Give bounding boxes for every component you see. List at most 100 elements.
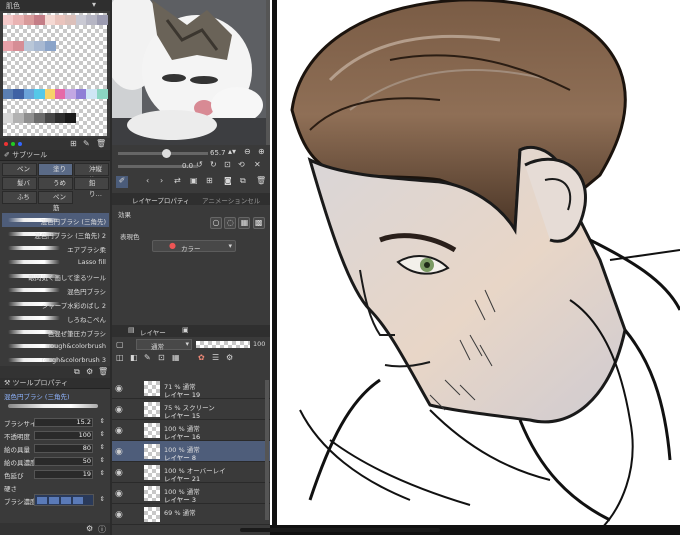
eye-icon[interactable]: ◉: [115, 384, 123, 394]
fit-icon[interactable]: ⊡: [224, 160, 231, 169]
palette-icon[interactable]: ✿: [198, 353, 205, 362]
brush-list-item[interactable]: エアブラシ柔: [2, 241, 109, 255]
color-swatch[interactable]: [34, 15, 46, 25]
rotate-right-icon[interactable]: ↻: [210, 160, 217, 169]
zoom-increment-icon[interactable]: ▴▾: [228, 147, 236, 156]
eye-icon[interactable]: ◉: [115, 426, 123, 436]
chevron-down-icon[interactable]: ▾: [92, 0, 96, 9]
frame-icon[interactable]: ▣: [190, 176, 198, 185]
zoom-out-icon[interactable]: ⊖: [244, 147, 251, 156]
color-swatch[interactable]: [55, 15, 66, 25]
brush-list-item[interactable]: シャープ水彩のばし 2: [2, 297, 109, 311]
lock-icon[interactable]: ⊡: [158, 353, 165, 362]
tab-layer-property[interactable]: レイヤープロパティ: [132, 195, 190, 205]
eye-icon[interactable]: ◉: [115, 468, 123, 478]
close-icon[interactable]: ✕: [254, 160, 261, 169]
color-swatch[interactable]: [96, 15, 108, 25]
zoom-in-icon[interactable]: ⊕: [258, 147, 265, 156]
sub-tool-button[interactable]: 鉛り…: [74, 177, 109, 198]
brush-list-item[interactable]: しろねこぺん: [2, 311, 109, 325]
tool-property-row[interactable]: 不透明度 100 ⇕: [4, 429, 107, 442]
trash-nav-icon[interactable]: 🗑: [256, 176, 266, 185]
tab-extra-icon[interactable]: ▣: [182, 326, 189, 334]
rotate-left-icon[interactable]: ↺: [196, 160, 203, 169]
brush-list-item[interactable]: 混色円ブラシ (三角先) 2: [2, 227, 109, 241]
layer-row[interactable]: ◉ 75 % スクリーン レイヤー 15: [112, 399, 270, 420]
blend-mode-select[interactable]: 通常 ▾: [136, 339, 192, 351]
color-swatch[interactable]: [13, 41, 25, 51]
effect-border-icon[interactable]: ○: [210, 217, 222, 229]
color-swatch[interactable]: [65, 15, 77, 25]
color-swatch[interactable]: [44, 113, 56, 123]
eye-icon[interactable]: ◉: [115, 447, 123, 457]
sub-tool-button[interactable]: 髪バイ: [2, 177, 37, 198]
layer-row[interactable]: ◉ 69 % 通常: [112, 504, 270, 525]
sub-tool-button[interactable]: うめた: [38, 177, 73, 198]
sub-tool-button[interactable]: ペン筋: [38, 191, 73, 212]
color-swatch[interactable]: [3, 113, 14, 123]
layer-add-icon[interactable]: ⊞: [206, 176, 213, 185]
color-swatch[interactable]: [23, 113, 35, 123]
edit-swatch-icon[interactable]: ✎: [83, 139, 90, 148]
list-icon[interactable]: ☰: [212, 353, 219, 362]
stepper-icon[interactable]: ⇕: [100, 456, 105, 464]
prev-icon[interactable]: ‹: [146, 176, 149, 185]
mask-icon[interactable]: ▦: [172, 353, 180, 362]
copy-icon[interactable]: ⧉: [74, 367, 80, 377]
color-swatch[interactable]: [34, 89, 46, 99]
color-set-title-bar[interactable]: 肌色 ▾: [0, 0, 110, 11]
tool-property-row[interactable]: 色延び 19 ⇕: [4, 468, 107, 481]
color-swatch[interactable]: [3, 89, 14, 99]
color-swatch[interactable]: [23, 41, 35, 51]
effect-pattern-icon[interactable]: ▦: [238, 217, 251, 229]
color-swatch[interactable]: [23, 15, 35, 25]
eyedropper-icon[interactable]: ✐: [116, 176, 128, 188]
tool-property-row[interactable]: 絵の具濃度 50 ⇕: [4, 455, 107, 468]
settings-icon[interactable]: ⚙: [86, 367, 93, 376]
color-swatch[interactable]: [13, 15, 25, 25]
color-swatch[interactable]: [44, 41, 56, 51]
tool-property-row[interactable]: ブラシサイズ 15.2 ⇕: [4, 416, 107, 429]
reset-icon[interactable]: ⟲: [238, 160, 245, 169]
eye-icon[interactable]: ◉: [115, 405, 123, 415]
brush-list-item[interactable]: 色混ぜ筆圧カブラシ: [2, 325, 109, 339]
stepper-icon[interactable]: ⇕: [100, 417, 105, 425]
color-swatch[interactable]: [13, 89, 25, 99]
color-swatch[interactable]: [75, 89, 87, 99]
tab-animation-cel[interactable]: アニメーションセル: [202, 195, 260, 205]
layer-color-icon[interactable]: ▢: [116, 340, 124, 349]
color-swatch[interactable]: [75, 15, 87, 25]
color-swatches[interactable]: [3, 13, 108, 136]
layer-row[interactable]: ◉ 100 % 通常 レイヤー 16: [112, 420, 270, 441]
stepper-icon[interactable]: ⇕: [100, 443, 105, 451]
tool-property-row[interactable]: 絵の具量 80 ⇕: [4, 442, 107, 455]
color-swatch[interactable]: [44, 15, 56, 25]
layer-settings-icon[interactable]: ⚙: [226, 353, 233, 362]
layer-row[interactable]: ◉ 100 % 通常 レイヤー 3: [112, 483, 270, 504]
draft-icon[interactable]: ✎: [144, 353, 151, 362]
next-icon[interactable]: ›: [160, 176, 163, 185]
color-swatch[interactable]: [65, 89, 77, 99]
color-swatch[interactable]: [3, 15, 14, 25]
layer-row[interactable]: ◉ 100 % 通常 レイヤー 8: [112, 441, 270, 462]
color-swatch[interactable]: [55, 113, 66, 123]
color-swatch[interactable]: [34, 41, 46, 51]
color-swatch[interactable]: [55, 89, 66, 99]
stepper-icon[interactable]: ⇕: [100, 495, 105, 503]
brush-list-item[interactable]: rough&colorbrush: [2, 339, 109, 353]
sub-tool-button[interactable]: 塗り: [38, 163, 73, 176]
home-indicator[interactable]: [240, 528, 440, 532]
layer-scrollbar[interactable]: [265, 380, 269, 520]
stepper-icon[interactable]: ⇕: [100, 430, 105, 438]
brush-list-item[interactable]: 眼閃気く画して塗るツール: [2, 269, 109, 283]
canvas-area[interactable]: [270, 0, 680, 535]
eye-icon[interactable]: ◉: [115, 510, 123, 520]
effect-grid-icon[interactable]: ▩: [252, 217, 265, 229]
color-swatch[interactable]: [96, 89, 108, 99]
tool-property-row[interactable]: 硬さ: [4, 481, 107, 494]
layer-row[interactable]: ◉ 100 % オーバーレイ レイヤー 21: [112, 462, 270, 483]
opacity-slider[interactable]: [196, 341, 250, 348]
color-swatch[interactable]: [34, 113, 46, 123]
color-swatch[interactable]: [86, 15, 98, 25]
color-swatch[interactable]: [65, 113, 77, 123]
